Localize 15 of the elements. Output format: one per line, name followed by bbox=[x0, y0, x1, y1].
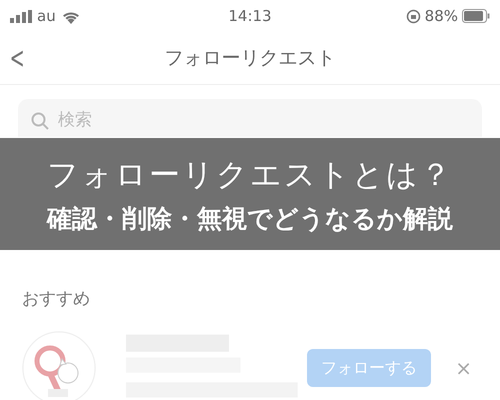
banner-subtitle: 確認・削除・無視でどうなるか解説 bbox=[47, 202, 453, 234]
follow-button[interactable]: フォローする bbox=[307, 349, 432, 387]
banner-title: フォローリクエストとは？ bbox=[47, 156, 453, 194]
rotation-lock-icon bbox=[406, 8, 421, 24]
dismiss-button[interactable]: × bbox=[449, 355, 478, 381]
battery-percent: 88% bbox=[424, 7, 458, 25]
screen-title: フォローリクエスト bbox=[164, 46, 336, 71]
back-button[interactable]: < bbox=[0, 40, 36, 76]
signal-icon bbox=[10, 10, 32, 22]
section-heading: おすすめ bbox=[22, 288, 91, 310]
search-icon bbox=[31, 112, 49, 130]
search-field[interactable]: 検索 bbox=[18, 99, 482, 137]
carrier-label: au bbox=[37, 7, 56, 25]
battery-icon bbox=[462, 9, 490, 23]
clock: 14:13 bbox=[227, 7, 273, 25]
